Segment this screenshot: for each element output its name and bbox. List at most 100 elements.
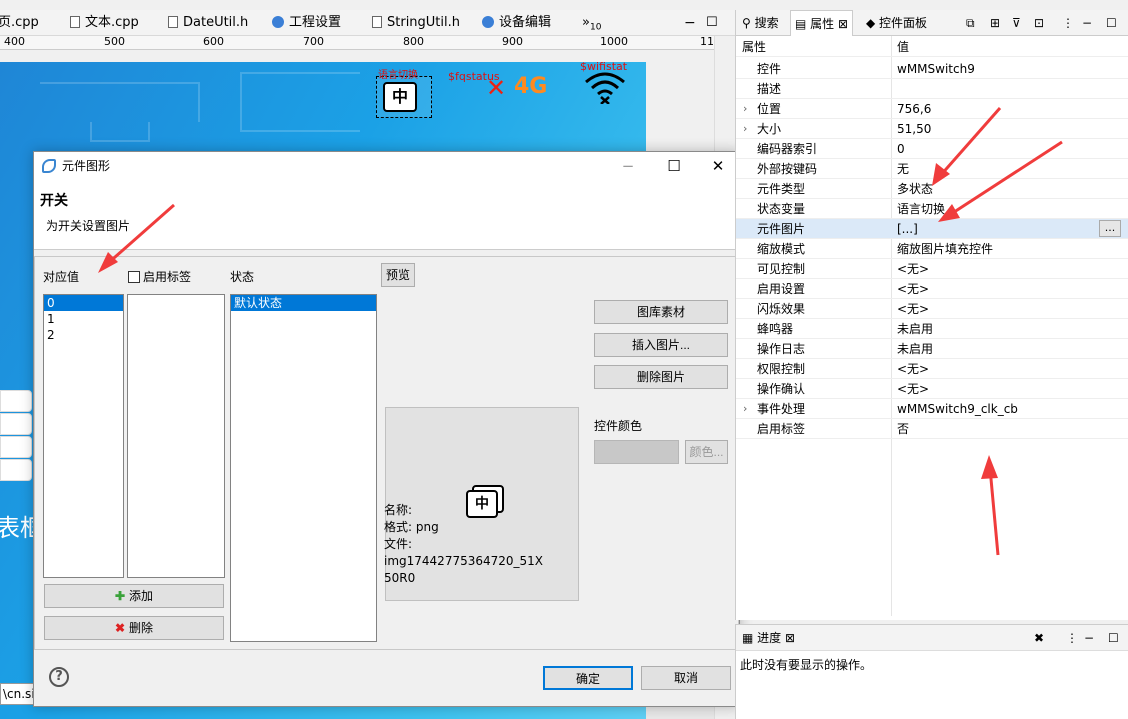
browse-button[interactable]: ... [1099, 220, 1121, 237]
minimize-icon[interactable]: − [1082, 10, 1092, 36]
table-row[interactable]: 可见控制 <无> [736, 259, 1128, 279]
tab-properties[interactable]: ▤ 属性 ⊠ [790, 10, 854, 36]
tab-project-settings[interactable]: 工程设置 [272, 10, 341, 36]
language-icon: 中 [466, 490, 498, 518]
state-list[interactable]: 默认状态 [230, 294, 377, 642]
circuit-decoration [40, 82, 200, 122]
list-item[interactable]: 1 [44, 311, 123, 327]
cancel-button[interactable]: 取消 [641, 666, 731, 690]
table-row[interactable]: 权限控制 <无> [736, 359, 1128, 379]
maximize-icon[interactable]: ☐ [1108, 625, 1119, 651]
language-switch-label: 语言切换 [378, 70, 418, 81]
tree-icon[interactable]: ⊞ [990, 10, 1000, 36]
table-row[interactable]: 缩放模式 缩放图片填充控件 [736, 239, 1128, 259]
menu-icon[interactable]: ⋮ [1066, 625, 1078, 651]
delete-button[interactable]: ✖ 删除 [44, 616, 224, 640]
table-row[interactable]: › 事件处理 wMMSwitch9_clk_cb [736, 399, 1128, 419]
table-row[interactable]: 蜂鸣器 未启用 [736, 319, 1128, 339]
tab-page-cpp[interactable]: 页.cpp [0, 10, 39, 36]
enable-tag-checkbox[interactable]: 启用标签 [128, 268, 191, 285]
dialog-heading: 开关 [40, 193, 68, 209]
minimize-icon[interactable]: − [1084, 625, 1094, 651]
table-row[interactable]: 外部按键码无 [736, 159, 1128, 179]
table-row[interactable]: › 位置 756,6 [736, 99, 1128, 119]
header-file-icon [372, 16, 382, 28]
tab-stringutil-h[interactable]: StringUtil.h [372, 10, 460, 36]
insert-image-button[interactable]: 插入图片... [594, 333, 728, 357]
circuit-decoration [90, 122, 150, 142]
table-row-selected[interactable]: 元件图片 [...]... [736, 219, 1128, 239]
search-options-icon[interactable]: ⊡ [1034, 10, 1044, 36]
image-format: 格式: png [384, 520, 439, 534]
table-row[interactable]: 闪烁效果 <无> [736, 299, 1128, 319]
table-header: 属性 值 [736, 37, 1128, 57]
circuit-decoration [240, 72, 360, 132]
image-file-name: img17442775364720_51X [384, 554, 544, 568]
tab-text-cpp[interactable]: 文本.cpp [70, 10, 139, 36]
gear-icon [272, 16, 284, 28]
device-icon [482, 16, 494, 28]
table-row[interactable]: 启用标签否 [736, 419, 1128, 439]
maximize-icon[interactable]: ☐ [652, 152, 696, 180]
add-button[interactable]: ✚ 添加 [44, 584, 224, 608]
table-row[interactable]: 描述 [736, 79, 1128, 99]
gallery-button[interactable]: 图库素材 [594, 300, 728, 324]
chevron-right-icon[interactable]: › [743, 99, 747, 119]
tab-overflow[interactable]: »10 [582, 10, 601, 36]
editor-tab-bar: 页.cpp 文本.cpp DateUtil.h 工程设置 StringUtil.… [0, 10, 735, 36]
help-icon[interactable]: ? [49, 667, 69, 687]
list-item[interactable]: 2 [44, 327, 123, 343]
preview-button[interactable]: 预览 [381, 263, 415, 287]
checkbox-icon [128, 271, 140, 283]
table-row[interactable]: 编码器索引 0 [736, 139, 1128, 159]
color-swatch [594, 440, 679, 464]
table-row[interactable]: 操作日志 未启用 [736, 339, 1128, 359]
table-row[interactable]: 操作确认 <无> [736, 379, 1128, 399]
ok-button[interactable]: 确定 [543, 666, 633, 690]
image-name-label: 名称: [384, 503, 413, 517]
value-label: 对应值 [43, 270, 80, 284]
color-label: 控件颜色 [594, 419, 643, 433]
minimize-icon[interactable]: − [606, 152, 650, 180]
tag-list[interactable] [127, 294, 225, 578]
table-row[interactable]: › 大小 51,50 [736, 119, 1128, 139]
state-label: 状态 [230, 270, 255, 284]
list-item[interactable]: 0 [44, 295, 123, 311]
component-image-dialog: 元件图形 − ☐ ✕ 开关 为开关设置图片 对应值 启用标签 状态 预览 0 1… [33, 151, 740, 707]
table-row[interactable]: 元件类型 多状态 [736, 179, 1128, 199]
panel-tab-bar: ⚲ 搜索 ▤ 属性 ⊠ ◆ 控件面板 ⧉ ⊞ ⊽ ⊡ ⋮ − ☐ [736, 10, 1128, 36]
table-row[interactable]: 状态变量 语言切换 [736, 199, 1128, 219]
dialog-body: 对应值 启用标签 状态 预览 0 1 2 默认状态 中 图库素材 插入图片...… [34, 256, 739, 650]
new-window-icon[interactable]: ⧉ [966, 10, 975, 36]
list-item[interactable]: 默认状态 [231, 295, 376, 311]
table-row[interactable]: 控件 wMMSwitch9 [736, 59, 1128, 79]
progress-panel: ▦ 进度 ⊠ ✖ ⋮ − ☐ 此时没有要显示的操作。 [735, 624, 1128, 719]
progress-tab[interactable]: ▦ 进度 ⊠ ✖ ⋮ − ☐ [736, 625, 1128, 651]
path-field: \cn.sir [0, 683, 34, 705]
table-row[interactable]: 启用设置 <无> [736, 279, 1128, 299]
close-icon[interactable]: ✕ [696, 152, 740, 180]
tab-control-panel[interactable]: ◆ 控件面板 [866, 10, 927, 36]
tab-dateutil-h[interactable]: DateUtil.h [168, 10, 248, 36]
progress-message: 此时没有要显示的操作。 [740, 658, 873, 672]
image-file-label: 文件: [384, 537, 413, 551]
tab-device-edit[interactable]: 设备编辑 [482, 10, 551, 36]
filter-icon[interactable]: ⊽ [1012, 10, 1021, 36]
tab-search[interactable]: ⚲ 搜索 [742, 10, 779, 36]
maximize-icon[interactable]: ☐ [1106, 10, 1117, 36]
value-list[interactable]: 0 1 2 [43, 294, 124, 578]
chevron-right-icon[interactable]: › [743, 119, 747, 139]
header-file-icon [168, 16, 178, 28]
menu-icon[interactable]: ⋮ [1062, 10, 1074, 36]
clear-icon[interactable]: ✖ [1034, 625, 1044, 651]
minimize-icon[interactable]: − [684, 10, 696, 36]
chevron-right-icon[interactable]: › [743, 399, 747, 419]
maximize-icon[interactable]: ☐ [706, 10, 718, 36]
wifi-icon [585, 72, 625, 104]
color-button[interactable]: 颜色... [685, 440, 728, 464]
network-4g-label: 4G [514, 74, 548, 99]
dialog-subheading: 为开关设置图片 [46, 219, 131, 233]
image-file-name-cont: 50R0 [384, 571, 416, 585]
delete-image-button[interactable]: 删除图片 [594, 365, 728, 389]
list-widget-stub [0, 390, 34, 481]
